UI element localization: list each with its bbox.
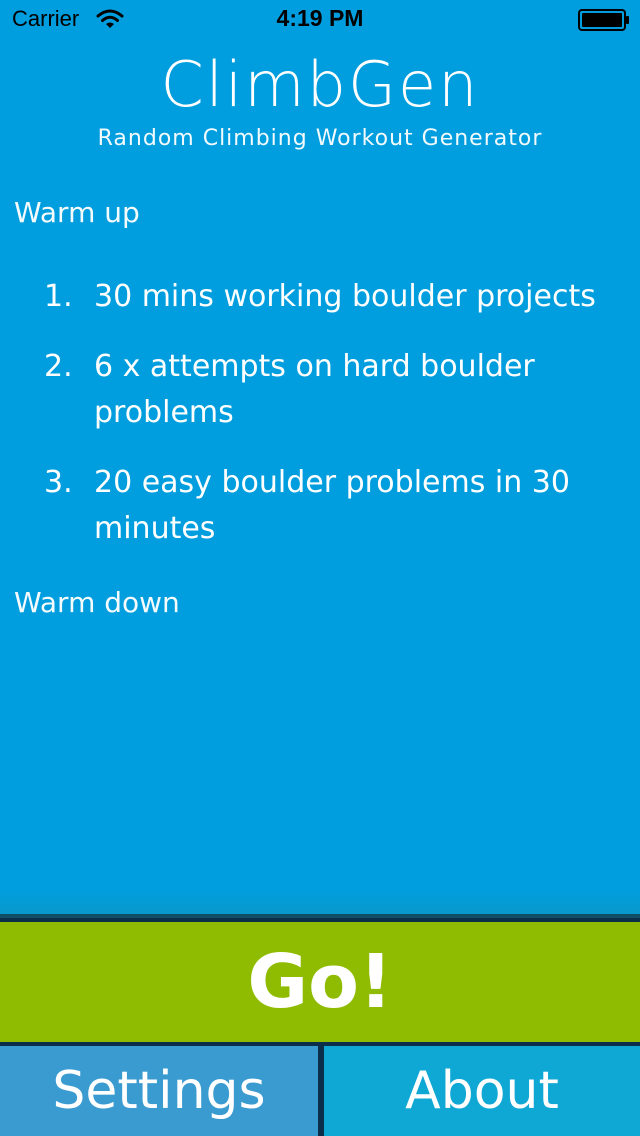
app-title: ClimbGen	[160, 48, 480, 121]
app-screen: Carrier 4:19 PM ClimbGen Random Climbing…	[0, 0, 640, 1136]
exercise-item: 3. 20 easy boulder problems in 30 minute…	[0, 460, 640, 552]
go-button[interactable]: Go!	[0, 918, 640, 1042]
exercise-list: 1. 30 mins working boulder projects 2. 6…	[0, 274, 640, 576]
exercise-item: 1. 30 mins working boulder projects	[0, 274, 640, 320]
exercise-number: 3.	[44, 465, 73, 500]
warm-up-label: Warm up	[14, 196, 140, 229]
warm-down-label: Warm down	[14, 586, 180, 619]
battery-icon	[578, 9, 629, 31]
exercise-number: 1.	[44, 279, 73, 314]
clock: 4:19 PM	[276, 5, 364, 31]
go-button-shadow	[0, 890, 640, 918]
settings-button[interactable]: Settings	[0, 1046, 318, 1136]
exercise-number: 2.	[44, 349, 73, 384]
bottom-bar: Settings About	[0, 1046, 640, 1136]
workout-panel: Carrier 4:19 PM ClimbGen Random Climbing…	[0, 0, 640, 918]
exercise-text: 6 x attempts on hard boulder problems	[94, 349, 535, 430]
about-button[interactable]: About	[324, 1046, 640, 1136]
exercise-item: 2. 6 x attempts on hard boulder problems	[0, 344, 640, 436]
exercise-text: 30 mins working boulder projects	[94, 279, 596, 314]
app-subtitle: Random Climbing Workout Generator	[97, 126, 543, 151]
exercise-text: 20 easy boulder problems in 30 minutes	[94, 465, 570, 546]
status-bar: Carrier 4:19 PM	[0, 0, 640, 40]
